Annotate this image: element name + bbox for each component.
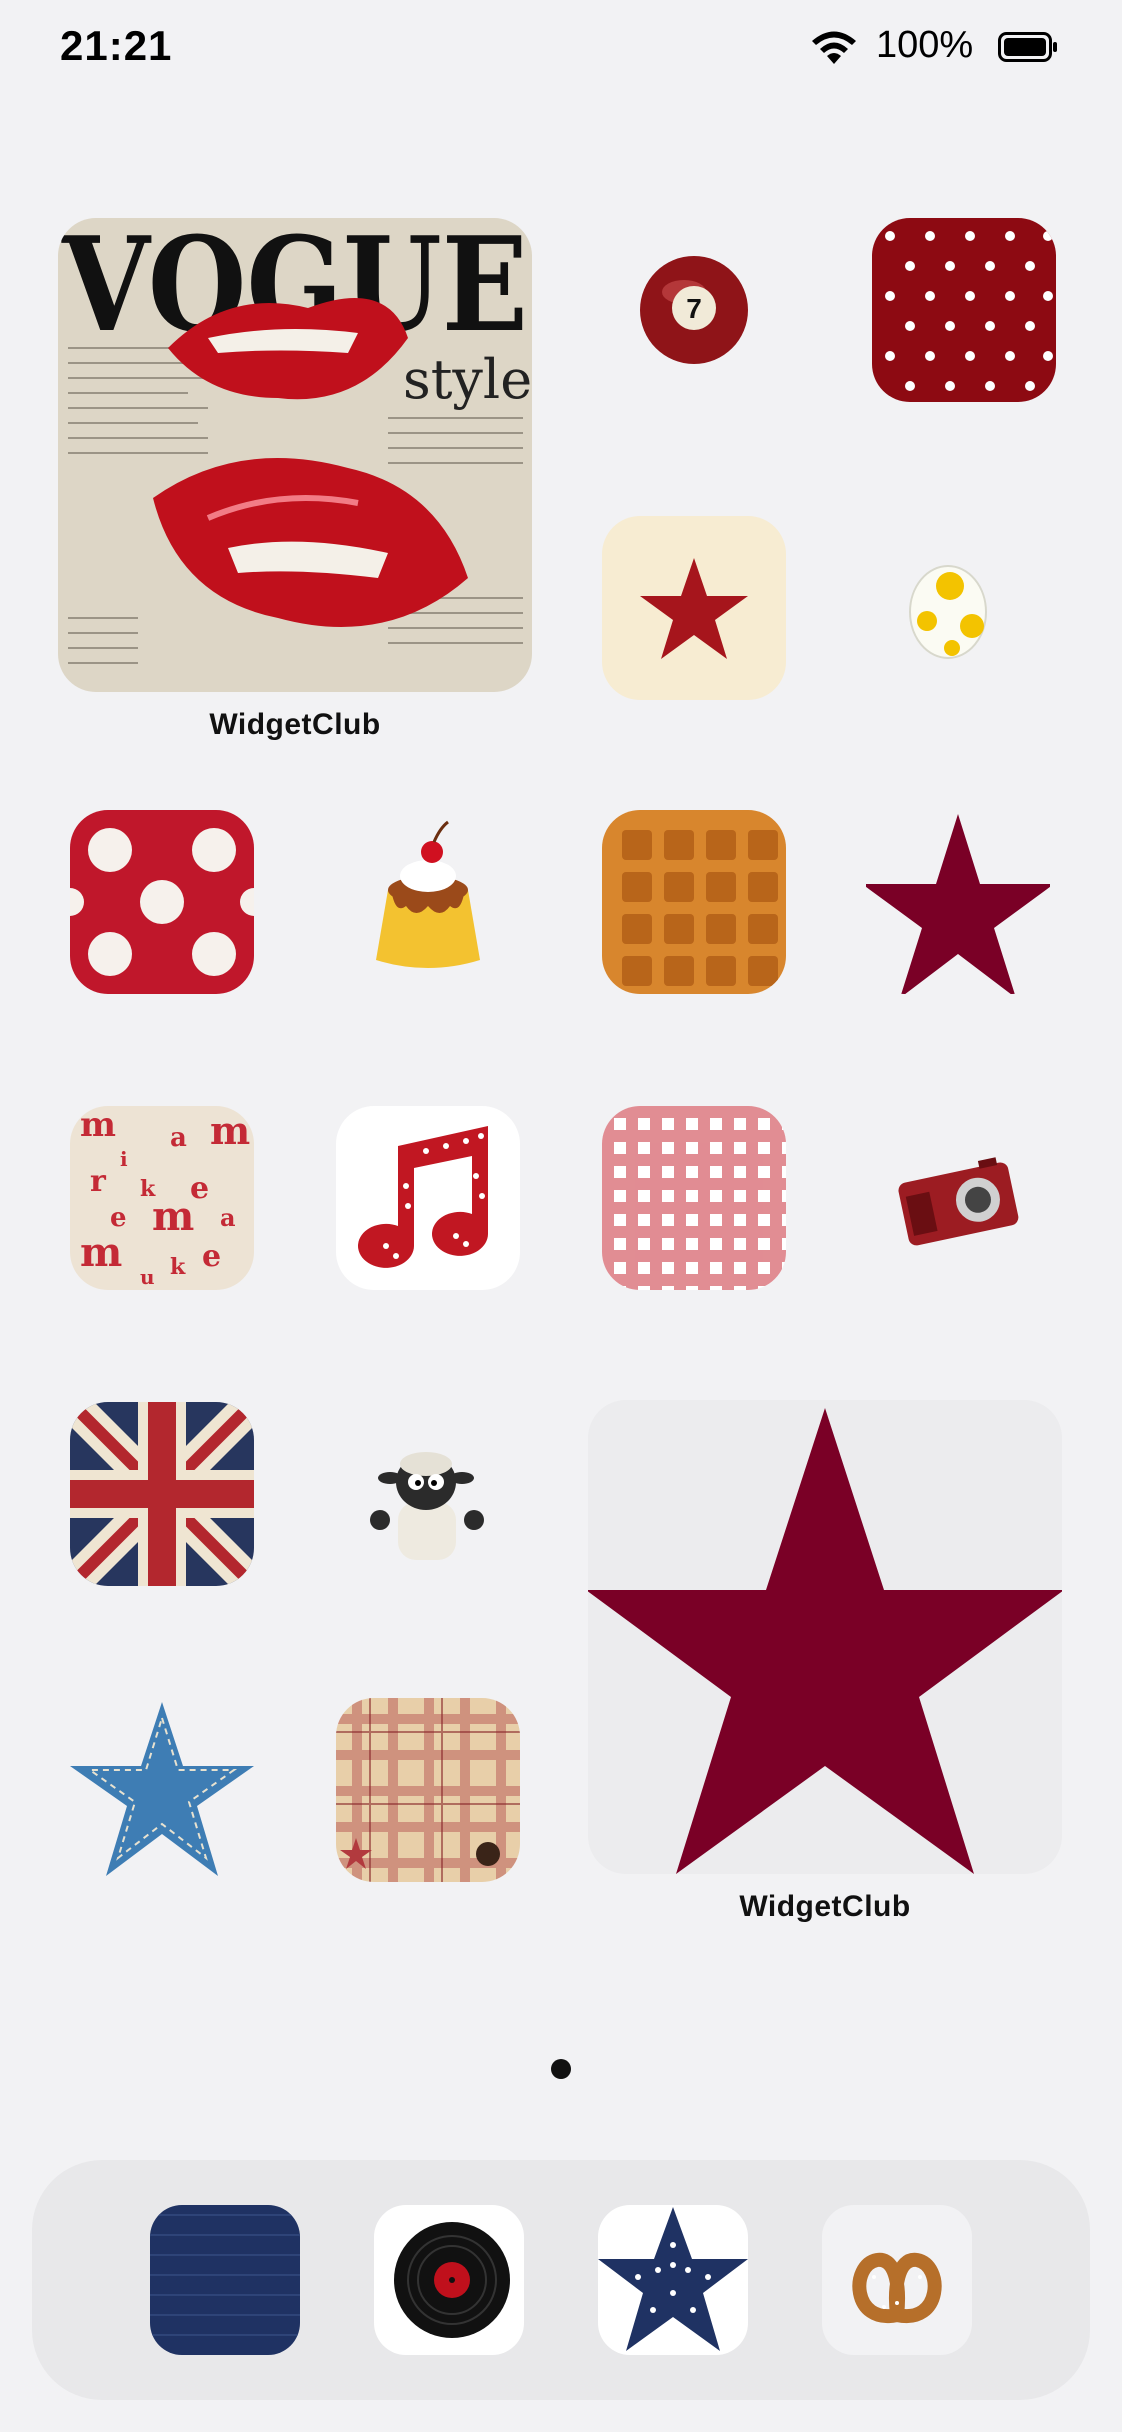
widget-label-vogue: WidgetClub — [209, 708, 381, 741]
dock — [32, 2160, 1090, 2400]
camera-icon[interactable] — [866, 1106, 1050, 1290]
denim-square-icon[interactable] — [150, 2205, 300, 2355]
vogue-subheadline: style — [403, 348, 532, 411]
widget-label-star: WidgetClub — [739, 1890, 911, 1923]
plaid-icon[interactable] — [336, 1698, 520, 1882]
svg-text:m: m — [80, 1106, 116, 1145]
letters-pattern-icon[interactable]: mam irk eem amk eu — [70, 1106, 254, 1290]
shaun-the-sheep-icon[interactable] — [336, 1402, 520, 1586]
burgundy-star-icon[interactable] — [866, 810, 1050, 994]
svg-text:u: u — [140, 1265, 155, 1289]
red-star-on-cream-icon[interactable] — [602, 516, 786, 700]
svg-text:r: r — [90, 1164, 107, 1199]
dice-polka-dot-icon[interactable] — [70, 810, 254, 994]
waffle-icon[interactable] — [602, 810, 786, 994]
union-jack-icon[interactable] — [70, 1402, 254, 1586]
svg-text:i: i — [120, 1147, 128, 1171]
yoshi-egg-icon[interactable] — [872, 516, 1056, 700]
battery-icon — [998, 32, 1058, 62]
status-time: 21:21 — [60, 22, 173, 69]
vinyl-record-icon[interactable] — [374, 2205, 524, 2355]
denim-star-icon[interactable] — [70, 1698, 254, 1882]
svg-text:k: k — [170, 1254, 186, 1280]
page-indicator-dot[interactable] — [551, 2059, 571, 2079]
vogue-photo-widget[interactable]: VOGUE style — [58, 218, 532, 692]
svg-text:e: e — [202, 1239, 221, 1274]
svg-text:a: a — [220, 1203, 236, 1232]
stars-star-icon[interactable] — [598, 2205, 748, 2355]
star-photo-widget[interactable] — [588, 1400, 1062, 1874]
red-polka-dot-icon[interactable] — [872, 218, 1056, 402]
svg-text:m: m — [210, 1108, 250, 1153]
status-bar: 21:21 100% — [0, 0, 1122, 100]
billiard-ball-7-icon[interactable]: 7 — [602, 218, 786, 402]
svg-text:a: a — [170, 1123, 187, 1153]
gingham-icon[interactable] — [602, 1106, 786, 1290]
svg-text:m: m — [152, 1193, 194, 1240]
svg-text:m: m — [80, 1229, 122, 1276]
ball-number: 7 — [686, 293, 702, 324]
pretzel-icon[interactable] — [822, 2205, 972, 2355]
battery-percentage: 100% — [876, 24, 974, 66]
wifi-icon — [808, 28, 860, 66]
music-note-icon[interactable] — [336, 1106, 520, 1290]
pudding-icon[interactable] — [336, 810, 520, 994]
